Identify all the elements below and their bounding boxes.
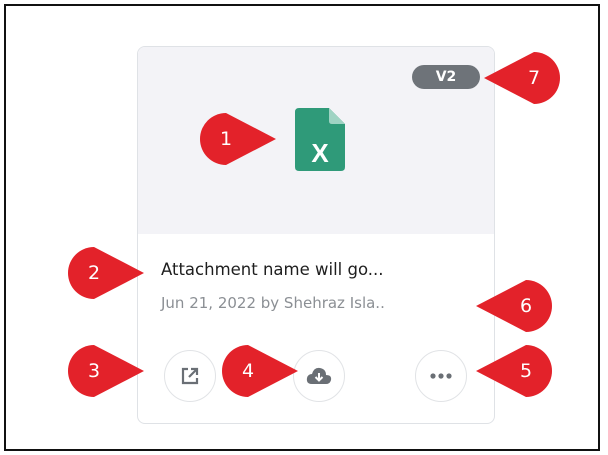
excel-file-icon: X bbox=[295, 108, 345, 171]
external-link-icon bbox=[181, 367, 199, 385]
more-options-button[interactable] bbox=[415, 350, 467, 402]
callout-number: 6 bbox=[519, 295, 533, 317]
callout-number: 7 bbox=[527, 67, 541, 89]
download-attachment-button[interactable] bbox=[293, 350, 345, 402]
callout-1: 1 bbox=[200, 113, 276, 165]
callout-2: 2 bbox=[68, 247, 144, 299]
version-badge: V2 bbox=[412, 65, 480, 89]
file-icon-glyph: X bbox=[311, 138, 329, 168]
screenshot-frame: V2 X Attachment name will go... Jun 21, … bbox=[4, 4, 600, 451]
callout-3: 3 bbox=[68, 345, 144, 397]
cloud-download-icon bbox=[306, 367, 332, 384]
callout-6: 6 bbox=[476, 280, 552, 332]
attachment-meta: Jun 21, 2022 by Shehraz Isla.. bbox=[161, 294, 385, 312]
callout-number: 5 bbox=[519, 360, 533, 382]
callout-number: 3 bbox=[87, 360, 101, 382]
callout-number: 2 bbox=[87, 262, 101, 284]
attachment-card[interactable]: V2 X Attachment name will go... Jun 21, … bbox=[137, 46, 495, 424]
callout-5: 5 bbox=[476, 345, 552, 397]
callout-4: 4 bbox=[222, 345, 298, 397]
attachment-preview[interactable]: V2 X bbox=[138, 47, 494, 234]
open-attachment-button[interactable] bbox=[164, 350, 216, 402]
more-horizontal-icon bbox=[430, 373, 452, 379]
attachment-title[interactable]: Attachment name will go... bbox=[161, 260, 481, 279]
callout-7: 7 bbox=[484, 52, 560, 104]
callout-number: 1 bbox=[219, 128, 233, 150]
callout-number: 4 bbox=[241, 360, 255, 382]
